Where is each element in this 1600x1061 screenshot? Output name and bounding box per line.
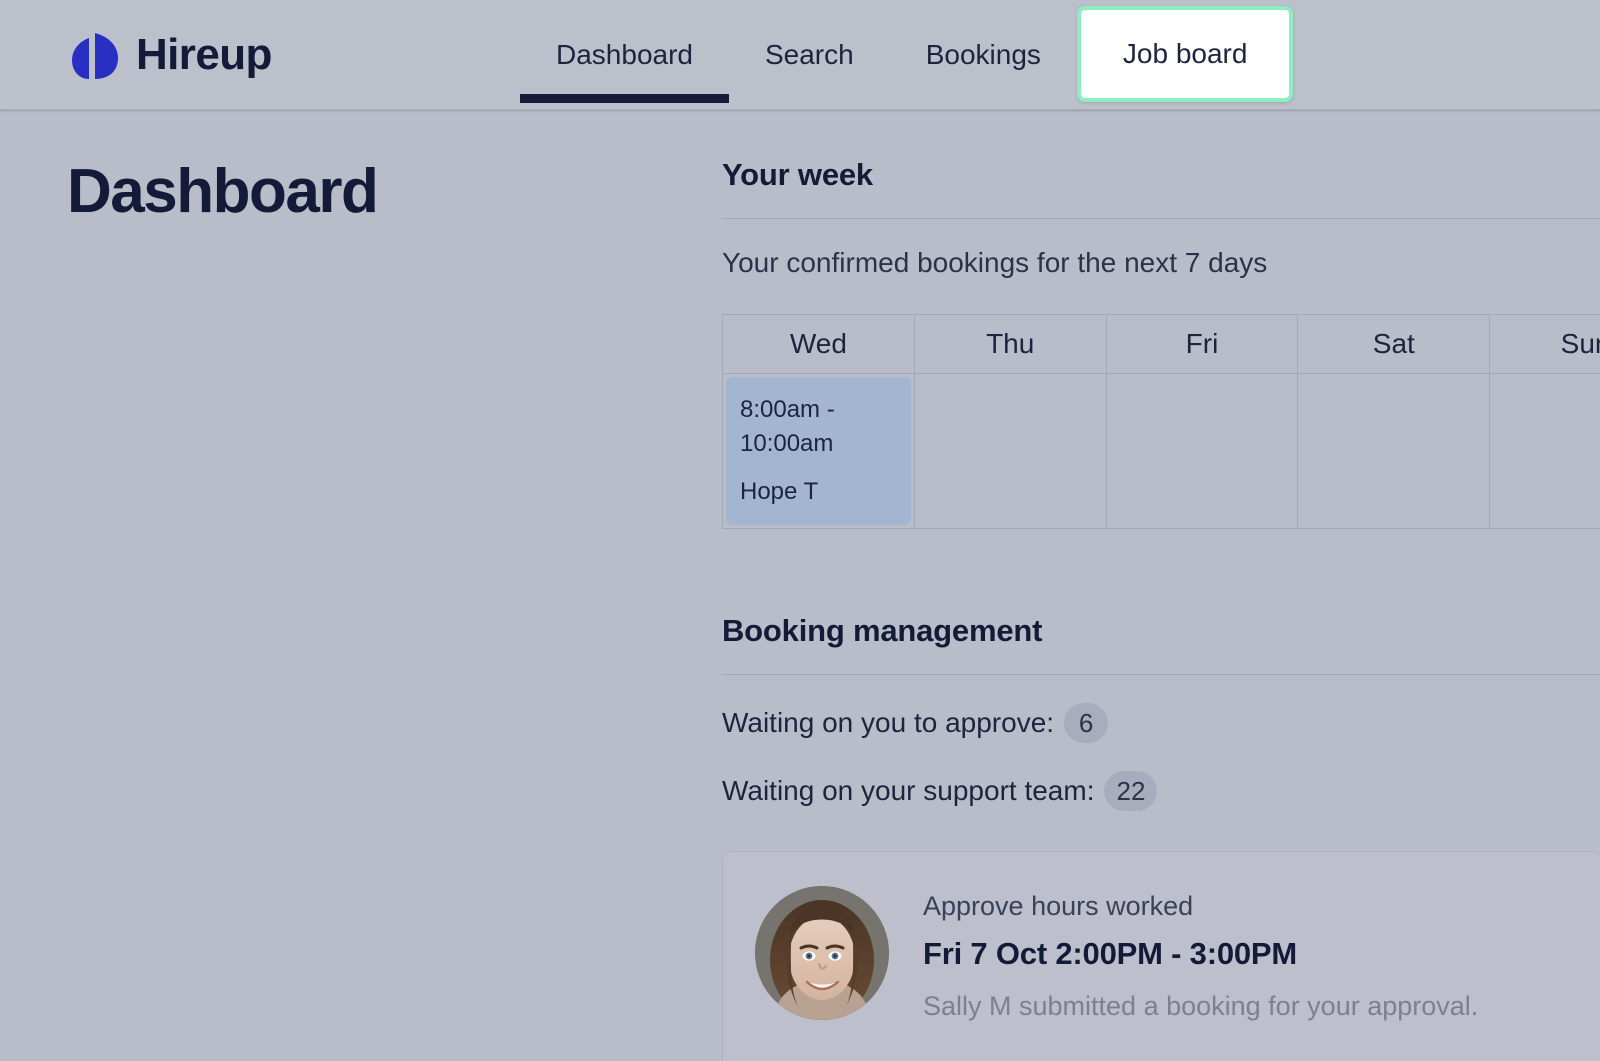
week-cell-thu[interactable] (913, 372, 1107, 530)
waiting-on-team-badge: 22 (1104, 771, 1158, 812)
week-calendar-table: Wed Thu Fri Sat Sun 8:00am - (722, 314, 1600, 530)
nav-label-bookings: Bookings (925, 39, 1041, 70)
waiting-on-team-row: Waiting on your support team: 22 (722, 771, 1600, 812)
nav-label-dashboard: Dashboard (556, 39, 693, 70)
page-title: Dashboard (67, 157, 379, 226)
week-day-header-fri: Fri (1105, 314, 1299, 374)
waiting-on-you-label: Waiting on you to approve: (722, 707, 1055, 739)
booking-management-title: Booking management (722, 613, 1043, 649)
dashboard-panels: Your week Your confirmed bookings for th… (722, 157, 1600, 1061)
booking-person-name: Hope T (740, 478, 819, 506)
nav-label-search: Search (764, 39, 854, 70)
waiting-on-you-badge: 6 (1064, 703, 1109, 744)
nav-item-bookings[interactable]: Bookings (890, 0, 1077, 110)
waiting-on-you-row: Waiting on you to approve: 6 (722, 703, 1600, 744)
booking-management-divider (722, 674, 1600, 676)
main-content: Dashboard Your week Your confirmed booki… (0, 111, 1600, 1061)
week-day-header-sun: Sun (1489, 314, 1600, 374)
week-cell-sat[interactable] (1297, 372, 1491, 530)
booking-management-section: Booking management Waiting on you to app… (722, 613, 1600, 1061)
app-header: Hireup Dashboard Search Bookings Job boa… (0, 0, 1600, 110)
hireup-leaf-logo-icon (68, 29, 122, 81)
avatar (755, 886, 889, 1021)
nav-item-job-board[interactable]: Job board (1076, 6, 1294, 102)
app-window: Hireup Dashboard Search Bookings Job boa… (0, 0, 1600, 1061)
approval-card-kicker: Approve hours worked (923, 891, 1194, 922)
approval-card[interactable]: Approve hours worked Fri 7 Oct 2:00PM - … (722, 851, 1600, 1061)
booking-time-start: 8:00am - (740, 396, 835, 423)
week-cell-sun[interactable] (1489, 372, 1600, 530)
your-week-divider (722, 218, 1600, 219)
approval-card-title: Fri 7 Oct 2:00PM - 3:00PM (923, 935, 1298, 971)
your-week-subtitle: Your confirmed bookings for the next 7 d… (722, 247, 1268, 278)
week-day-header-sat: Sat (1297, 314, 1491, 374)
brand-name: Hireup (136, 30, 272, 79)
your-week-title: Your week (722, 157, 873, 192)
nav-item-search[interactable]: Search (729, 0, 890, 110)
approval-card-description: Sally M submitted a booking for your app… (923, 990, 1479, 1021)
week-day-header-thu: Thu (913, 314, 1107, 374)
main-nav: Dashboard Search Bookings Job board (520, 0, 1294, 110)
waiting-on-team-label: Waiting on your support team: (722, 775, 1095, 807)
week-cell-fri[interactable] (1105, 372, 1299, 530)
week-body-row: 8:00am - 10:00am Hope T (722, 372, 1600, 530)
week-header-row: Wed Thu Fri Sat Sun (722, 314, 1600, 374)
nav-label-job-board: Job board (1122, 38, 1248, 69)
nav-item-dashboard[interactable]: Dashboard (520, 0, 729, 110)
approval-card-body: Approve hours worked Fri 7 Oct 2:00PM - … (923, 886, 1478, 1061)
week-day-header-wed: Wed (722, 314, 915, 374)
booking-block-hope-t[interactable]: 8:00am - 10:00am Hope T (726, 377, 911, 526)
brand-logo[interactable]: Hireup (68, 24, 272, 86)
week-cell-wed: 8:00am - 10:00am Hope T (722, 372, 915, 530)
booking-time-end: 10:00am (740, 430, 834, 458)
your-week-section: Your week Your confirmed bookings for th… (722, 157, 1600, 530)
